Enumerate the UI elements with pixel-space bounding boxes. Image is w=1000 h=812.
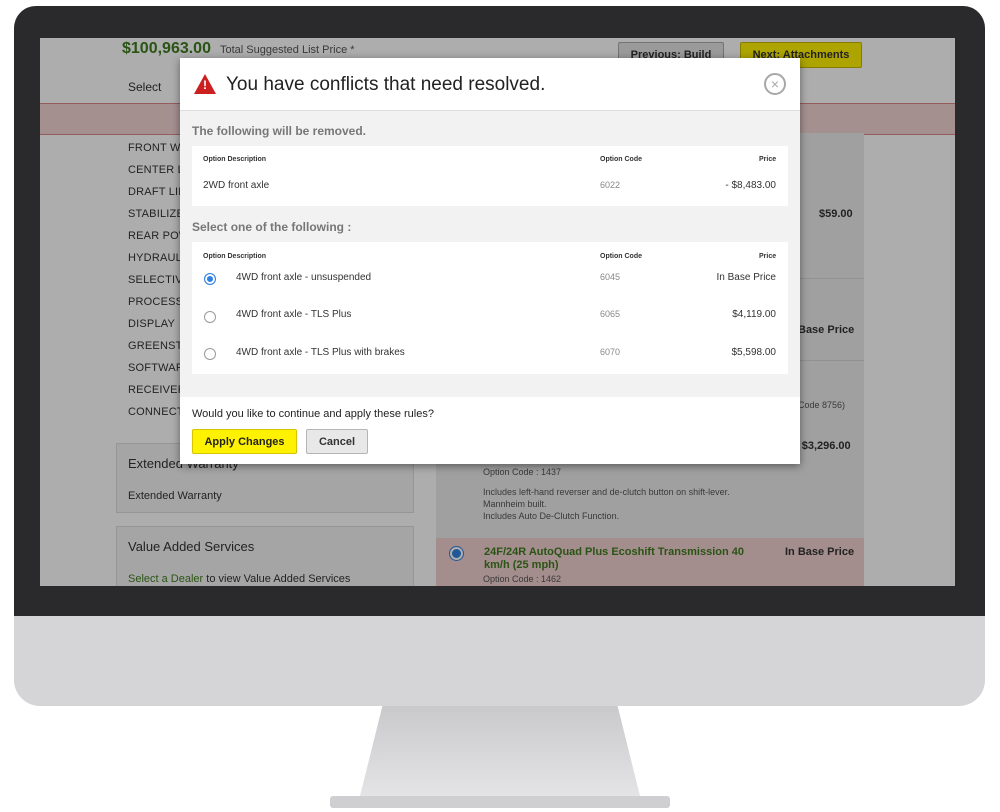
choice-radio-tls-plus[interactable]	[204, 311, 216, 323]
removed-option-desc: 2WD front axle	[203, 180, 270, 191]
col-option-description: Option Description	[203, 156, 266, 163]
removed-options-table: Option Description Option Code Price 2WD…	[192, 146, 788, 206]
modal-body: The following will be removed. Option De…	[180, 111, 800, 397]
monitor-stand	[360, 706, 640, 796]
choice-desc[interactable]: 4WD front axle - unsuspended	[236, 272, 371, 283]
choice-code: 6045	[600, 272, 621, 282]
select-section-title: Select one of the following :	[192, 220, 352, 234]
modal-title: You have conflicts that need resolved.	[226, 74, 546, 95]
col-option-code: Option Code	[600, 156, 642, 163]
col-price: Price	[759, 156, 777, 163]
choice-code: 6065	[600, 309, 621, 319]
conflict-modal: ! You have conflicts that need resolved.…	[180, 58, 800, 464]
choice-radio-tls-plus-brakes[interactable]	[204, 348, 216, 360]
warning-icon-mark: !	[203, 78, 207, 92]
close-icon[interactable]: ×	[764, 73, 786, 95]
col-option-description: Option Description	[203, 253, 266, 260]
cancel-button[interactable]: Cancel	[306, 429, 368, 454]
choice-options-table: Option Description Option Code Price 4WD…	[192, 242, 788, 374]
choice-price: $4,119.00	[732, 309, 776, 320]
choice-radio-unsuspended[interactable]	[204, 273, 216, 285]
choice-code: 6070	[600, 347, 621, 357]
removed-option-price: - $8,483.00	[725, 180, 776, 191]
modal-header: ! You have conflicts that need resolved.…	[180, 58, 800, 111]
choice-price: In Base Price	[716, 272, 776, 283]
monitor-chin	[14, 616, 985, 706]
removed-section-title: The following will be removed.	[192, 124, 367, 138]
removed-option-code: 6022	[600, 180, 621, 190]
apply-changes-button[interactable]: Apply Changes	[192, 429, 297, 454]
choice-desc[interactable]: 4WD front axle - TLS Plus with brakes	[236, 347, 405, 358]
apply-rules-question: Would you like to continue and apply the…	[192, 408, 434, 420]
monitor-stand-base	[330, 796, 670, 808]
col-price: Price	[759, 253, 777, 260]
col-option-code: Option Code	[600, 253, 642, 260]
choice-price: $5,598.00	[731, 347, 777, 358]
choice-desc[interactable]: 4WD front axle - TLS Plus	[236, 309, 351, 320]
